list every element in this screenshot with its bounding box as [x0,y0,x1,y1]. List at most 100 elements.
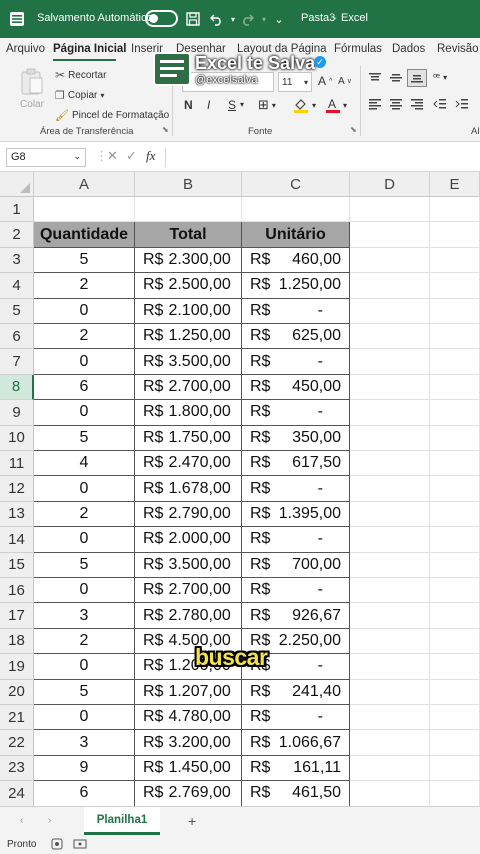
cell-quantidade[interactable]: 6 [34,781,135,807]
cell-unitario[interactable]: R$ 926,67 [242,603,350,629]
cell-empty[interactable] [430,298,480,324]
cell-empty[interactable] [350,400,430,426]
cell-empty[interactable] [430,400,480,426]
align-top-icon[interactable] [368,72,382,84]
cell-quantidade[interactable]: 2 [34,628,135,655]
cell-empty[interactable] [430,425,480,451]
row-header[interactable]: 17 [0,603,34,629]
cell-total[interactable]: R$ 1.678,00 [135,476,242,502]
cell-unitario[interactable]: R$ - [242,705,350,731]
cell-quantidade[interactable]: 0 [34,298,135,324]
cell-total[interactable]: R$ 1.250,00 [135,324,242,350]
row-header[interactable]: 11 [0,451,34,477]
cell-empty[interactable] [430,578,480,604]
cell-empty[interactable] [430,247,480,274]
cell-empty[interactable] [350,781,430,807]
cell-total[interactable]: R$ 2.769,00 [135,781,242,807]
tab-revisao[interactable]: Revisão [437,43,479,55]
cell-empty[interactable] [135,197,242,223]
cell-empty[interactable] [350,247,430,274]
cell-empty[interactable] [350,324,430,350]
cell-unitario[interactable]: R$ - [242,527,350,553]
cell-total[interactable]: R$ 1.207,00 [135,679,242,705]
cell-unitario[interactable]: R$ 241,40 [242,679,350,705]
cell-empty[interactable] [430,222,480,248]
cell-empty[interactable] [350,374,430,401]
column-header-b[interactable]: B [135,172,242,197]
underline-button[interactable]: S [228,98,236,112]
row-header[interactable]: 19 [0,654,34,680]
cell-empty[interactable] [430,451,480,477]
cell-empty[interactable] [430,730,480,756]
align-bottom-icon[interactable] [407,69,427,87]
redo-icon[interactable] [238,10,256,28]
cell-unitario[interactable]: R$ - [242,476,350,502]
cell-total[interactable]: R$ 2.790,00 [135,501,242,528]
shrink-font-icon[interactable]: Av [338,76,351,87]
cell-unitario[interactable]: R$ - [242,578,350,604]
cell-quantidade[interactable]: 5 [34,247,135,274]
cell-total[interactable]: R$ 2.780,00 [135,603,242,629]
cell-empty[interactable] [350,654,430,680]
cell-total[interactable]: R$ 2.470,00 [135,451,242,477]
confirm-icon[interactable]: ✓ [126,148,137,164]
cell-unitario[interactable]: R$ 161,11 [242,755,350,782]
select-all-corner[interactable] [0,172,34,197]
customize-toolbar-icon[interactable]: ⌄ [270,10,288,28]
cell-quantidade[interactable]: 3 [34,603,135,629]
cell-total[interactable]: R$ 2.000,00 [135,527,242,553]
cell-empty[interactable] [350,603,430,629]
cell-unitario[interactable]: R$ 350,00 [242,425,350,451]
cell-total[interactable]: R$ 3.200,00 [135,730,242,756]
align-left-icon[interactable] [368,98,382,110]
row-header[interactable]: 9 [0,400,34,426]
cell-total[interactable]: R$ 3.500,00 [135,349,242,375]
cell-quantidade[interactable]: 5 [34,679,135,705]
chevron-left-icon[interactable]: ‹ [20,815,23,826]
column-header-c[interactable]: C [242,172,350,197]
cell-empty[interactable] [430,349,480,375]
cell-quantidade[interactable]: 0 [34,578,135,604]
column-header-a[interactable]: A [34,172,135,197]
cell-quantidade[interactable]: 0 [34,476,135,502]
increase-indent-icon[interactable] [455,98,469,110]
accessibility-icon[interactable] [50,837,64,854]
cell-empty[interactable] [430,781,480,807]
cell-empty[interactable] [242,197,350,223]
cell-quantidade[interactable]: 0 [34,705,135,731]
format-painter-button[interactable]: 🖌 Pincel de Formatação [55,109,169,122]
cell-quantidade[interactable]: 9 [34,755,135,782]
cell-empty[interactable] [34,197,135,223]
cell-empty[interactable] [350,273,430,299]
row-header[interactable]: 16 [0,578,34,604]
cell-empty[interactable] [430,705,480,731]
row-header[interactable]: 14 [0,527,34,553]
cancel-icon[interactable]: ✕ [107,148,118,164]
cell-empty[interactable] [350,679,430,705]
sheet-tab-planilha1[interactable]: Planilha1 [84,807,160,835]
cell-unitario[interactable]: R$ - [242,400,350,426]
tab-formulas[interactable]: Fórmulas [334,43,382,55]
cell-total[interactable]: R$ 1.450,00 [135,755,242,782]
cell-quantidade[interactable]: 5 [34,425,135,451]
cell-total[interactable]: R$ 1.750,00 [135,425,242,451]
row-header[interactable]: 21 [0,705,34,731]
cell-empty[interactable] [350,705,430,731]
cell-total[interactable]: R$ 2.700,00 [135,578,242,604]
cell-total[interactable]: R$ 2.300,00 [135,247,242,274]
orientation-icon[interactable]: ꟹ ▾ [433,71,447,84]
autosave-toggle[interactable] [145,10,178,27]
cell-empty[interactable] [430,527,480,553]
insert-function-icon[interactable]: fx [146,148,155,164]
cell-empty[interactable] [350,222,430,248]
column-header-d[interactable]: D [350,172,430,197]
row-header[interactable]: 13 [0,501,34,528]
cell-empty[interactable] [430,603,480,629]
cell-unitario[interactable]: R$ 460,00 [242,247,350,274]
header-total[interactable]: Total [135,222,242,248]
cell-empty[interactable] [350,501,430,528]
macro-record-icon[interactable] [73,837,87,854]
cell-empty[interactable] [350,730,430,756]
cell-quantidade[interactable]: 3 [34,730,135,756]
font-color-icon[interactable]: A ▾ [326,97,347,113]
